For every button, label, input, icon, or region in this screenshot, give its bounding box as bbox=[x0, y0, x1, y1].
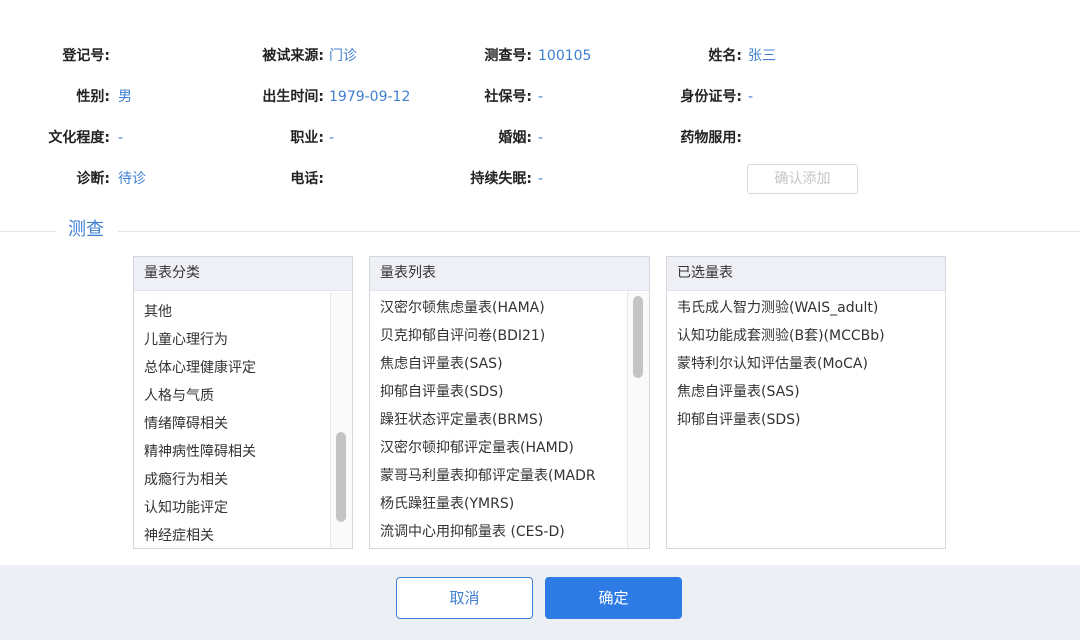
selected-item[interactable]: 焦虑自评量表(SAS) bbox=[667, 378, 945, 406]
section-title: 测查 bbox=[68, 219, 104, 240]
category-scrollbar[interactable] bbox=[330, 292, 352, 548]
section-divider-right bbox=[118, 231, 1080, 232]
category-item[interactable]: 情绪障碍相关 bbox=[134, 410, 352, 438]
category-item[interactable]: 成瘾行为相关 bbox=[134, 466, 352, 494]
name-label: 姓名: bbox=[708, 48, 742, 64]
ok-button[interactable]: 确定 bbox=[545, 577, 682, 619]
scale-item[interactable]: 流调中心用抑郁量表 (CES-D) bbox=[370, 518, 649, 546]
scale-list-scrollbar[interactable] bbox=[627, 292, 649, 548]
category-panel-title: 量表分类 bbox=[134, 257, 352, 291]
section-divider-left bbox=[0, 231, 56, 232]
scale-item[interactable]: 杨氏躁狂量表(YMRS) bbox=[370, 490, 649, 518]
selected-list: 韦氏成人智力测验(WAIS_adult) 认知功能成套测验(B套)(MCCBb)… bbox=[667, 291, 945, 434]
category-item[interactable]: 其他 bbox=[134, 298, 352, 326]
medication-field: 药物服用: bbox=[0, 128, 742, 148]
category-item[interactable]: 神经症相关 bbox=[134, 522, 352, 548]
insomnia-value: - bbox=[538, 171, 544, 187]
insomnia-field: 持续失眠: bbox=[0, 169, 532, 189]
selected-panel: 已选量表 韦氏成人智力测验(WAIS_adult) 认知功能成套测验(B套)(M… bbox=[666, 256, 946, 549]
category-item[interactable]: 精神病性障碍相关 bbox=[134, 438, 352, 466]
scale-list: 汉密尔顿焦虑量表(HAMA) 贝克抑郁自评问卷(BDI21) 焦虑自评量表(SA… bbox=[370, 291, 649, 546]
id-no-value: - bbox=[748, 89, 754, 105]
selected-item[interactable]: 抑郁自评量表(SDS) bbox=[667, 406, 945, 434]
scale-item[interactable]: 躁狂状态评定量表(BRMS) bbox=[370, 406, 649, 434]
scale-item[interactable]: 蒙哥马利量表抑郁评定量表(MADR bbox=[370, 462, 649, 490]
category-item[interactable]: 人格与气质 bbox=[134, 382, 352, 410]
dialog-footer: 取消 确定 bbox=[0, 565, 1080, 640]
selected-item[interactable]: 韦氏成人智力测验(WAIS_adult) bbox=[667, 294, 945, 322]
scale-item[interactable]: 抑郁自评量表(SDS) bbox=[370, 378, 649, 406]
scale-item[interactable]: 贝克抑郁自评问卷(BDI21) bbox=[370, 322, 649, 350]
category-item[interactable]: 认知功能评定 bbox=[134, 494, 352, 522]
name-field: 姓名: bbox=[0, 46, 742, 66]
category-list: 其他 儿童心理行为 总体心理健康评定 人格与气质 情绪障碍相关 精神病性障碍相关… bbox=[134, 291, 352, 548]
id-no-label: 身份证号: bbox=[680, 89, 742, 105]
cancel-button[interactable]: 取消 bbox=[396, 577, 533, 619]
medication-label: 药物服用: bbox=[680, 130, 742, 146]
confirm-add-button[interactable]: 确认添加 bbox=[747, 164, 858, 194]
scale-item[interactable]: 汉密尔顿抑郁评定量表(HAMD) bbox=[370, 434, 649, 462]
scale-item[interactable]: 焦虑自评量表(SAS) bbox=[370, 350, 649, 378]
selected-item[interactable]: 蒙特利尔认知评估量表(MoCA) bbox=[667, 350, 945, 378]
medication-value bbox=[748, 128, 868, 148]
selected-item[interactable]: 认知功能成套测验(B套)(MCCBb) bbox=[667, 322, 945, 350]
selected-panel-title: 已选量表 bbox=[667, 257, 945, 291]
test-dialog: 登记号: 被试来源: 门诊 测查号: 100105 姓名: 张三 性别: 男 出… bbox=[0, 0, 1080, 640]
category-item[interactable]: 儿童心理行为 bbox=[134, 326, 352, 354]
name-value: 张三 bbox=[748, 48, 776, 64]
category-scroll-thumb[interactable] bbox=[336, 432, 346, 522]
scale-list-panel-title: 量表列表 bbox=[370, 257, 649, 291]
scale-list-panel: 量表列表 汉密尔顿焦虑量表(HAMA) 贝克抑郁自评问卷(BDI21) 焦虑自评… bbox=[369, 256, 650, 549]
scale-item[interactable]: 汉密尔顿焦虑量表(HAMA) bbox=[370, 294, 649, 322]
insomnia-label: 持续失眠: bbox=[470, 171, 532, 187]
scale-list-scroll-thumb[interactable] bbox=[633, 296, 643, 378]
category-panel: 量表分类 其他 儿童心理行为 总体心理健康评定 人格与气质 情绪障碍相关 精神病… bbox=[133, 256, 353, 549]
category-item[interactable]: 总体心理健康评定 bbox=[134, 354, 352, 382]
id-no-field: 身份证号: bbox=[0, 87, 742, 107]
